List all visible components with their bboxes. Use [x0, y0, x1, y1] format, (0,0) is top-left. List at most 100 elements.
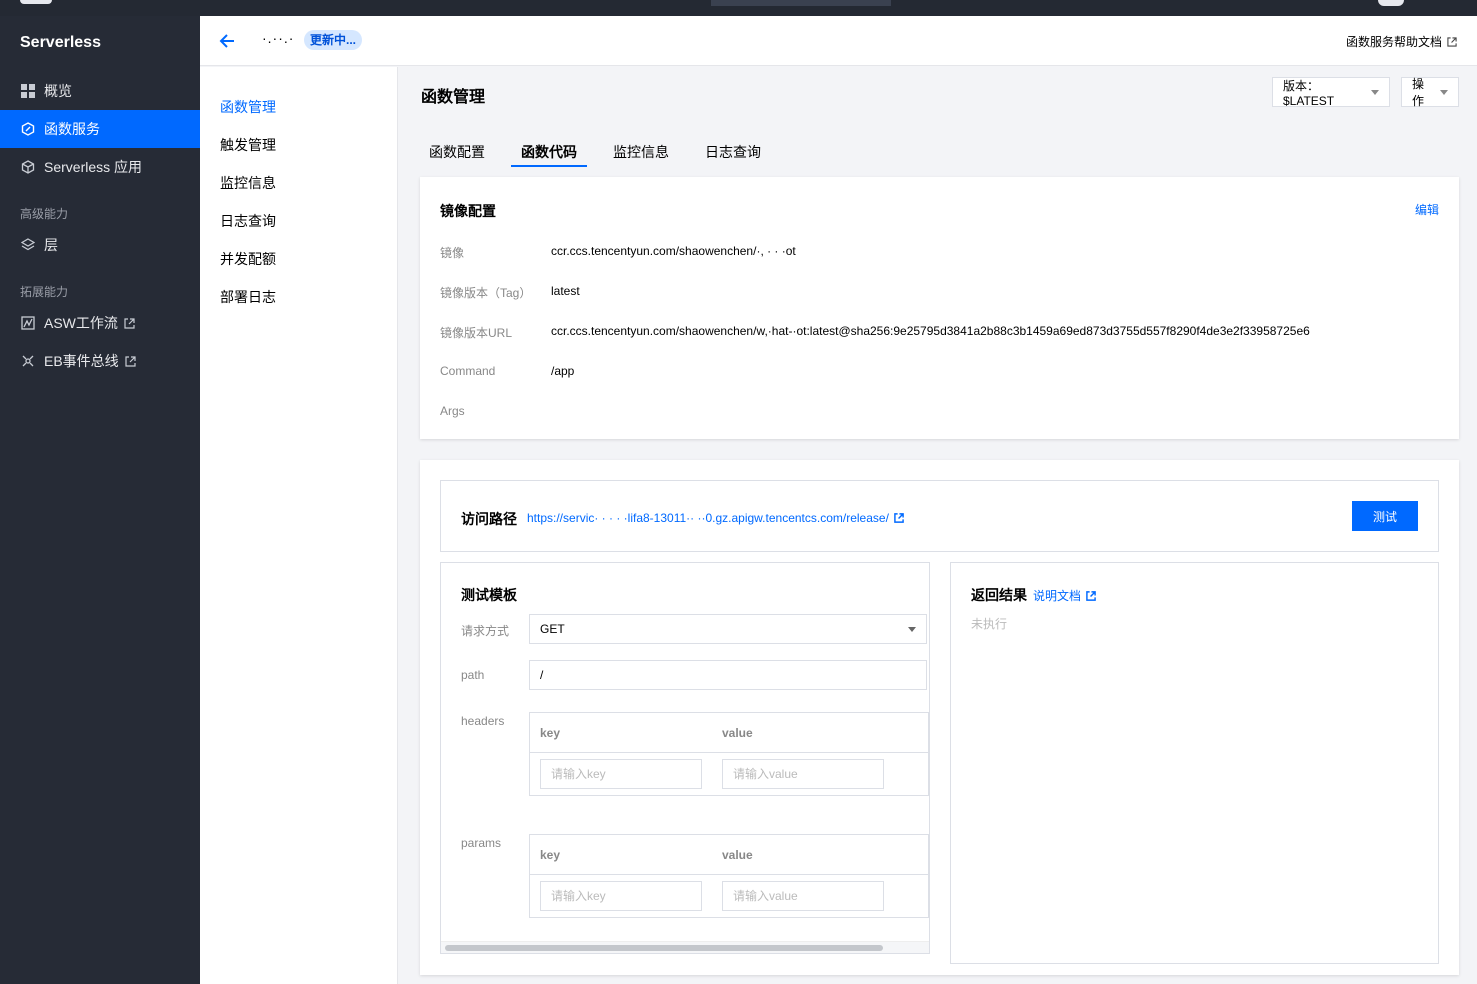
- top-tab-fragment[interactable]: [711, 0, 891, 6]
- result-panel: 返回结果 说明文档 未执行: [950, 562, 1439, 964]
- sidebar-item-label: 层: [44, 237, 58, 253]
- method-select[interactable]: GET: [529, 614, 927, 644]
- caret-down-icon: [1371, 89, 1379, 95]
- headers-label: headers: [461, 714, 505, 728]
- param-value-input[interactable]: 请输入value: [722, 881, 884, 911]
- eventbus-icon: [20, 353, 36, 369]
- sidebar-item-eb-eventbus[interactable]: EB事件总线: [0, 342, 200, 380]
- command-value: /app: [551, 364, 575, 378]
- image-value: ccr.ccs.tencentyun.com/shaowenchen/·, · …: [551, 244, 796, 258]
- path-input[interactable]: /: [529, 660, 927, 690]
- headers-table-head: key value: [530, 713, 928, 753]
- image-url-label: 镜像版本URL: [440, 326, 513, 340]
- function-icon: [20, 121, 36, 137]
- headers-table: key value 请输入key 请输入value: [529, 712, 929, 796]
- sidebar-item-label: ASW工作流: [44, 315, 118, 331]
- method-select-value: GET: [540, 622, 565, 636]
- sidebar-item-label: Serverless 应用: [44, 159, 143, 175]
- image-config-title: 镜像配置: [440, 203, 496, 219]
- tab-function-code[interactable]: 函数代码: [511, 137, 587, 167]
- horizontal-scrollbar[interactable]: [441, 941, 929, 953]
- key-header: key: [540, 848, 561, 862]
- access-path-label: 访问路径: [461, 511, 517, 527]
- subnav-item-function-mgmt[interactable]: 函数管理: [220, 97, 276, 117]
- param-key-input[interactable]: 请输入key: [540, 881, 702, 911]
- edit-link[interactable]: 编辑: [1415, 201, 1439, 218]
- version-select-label: 版本：$LATEST: [1283, 78, 1335, 108]
- image-url-value: ccr.ccs.tencentyun.com/shaowenchen/w,·ha…: [551, 324, 1310, 338]
- image-tag-value: latest: [551, 284, 580, 298]
- params-table: key value 请输入key 请输入value: [529, 834, 929, 918]
- subnav-item-trigger-mgmt[interactable]: 触发管理: [220, 135, 276, 155]
- image-tag-label: 镜像版本（Tag）: [440, 286, 532, 300]
- sidebar-item-overview[interactable]: 概览: [0, 72, 200, 110]
- caret-down-icon: [908, 627, 916, 632]
- image-label: 镜像: [440, 246, 465, 260]
- page-header: ·.··.· 更新中... 函数服务帮助文档: [200, 16, 1477, 66]
- sidebar-section-advanced: 高级能力: [20, 207, 69, 221]
- workflow-icon: [20, 315, 36, 331]
- external-link-icon: [124, 317, 135, 329]
- path-label: path: [461, 668, 485, 682]
- sidebar-item-label: 概览: [44, 83, 72, 99]
- params-label: params: [461, 836, 502, 850]
- sidebar-brand: Serverless: [20, 34, 101, 51]
- header-key-input[interactable]: 请输入key: [540, 759, 702, 789]
- top-bar: [0, 0, 1477, 16]
- scrollbar-thumb[interactable]: [445, 945, 883, 951]
- subnav-item-deploy-logs[interactable]: 部署日志: [220, 287, 276, 307]
- main-content: 函数管理 版本：$LATEST 操作 函数配置 函数代码 监控信息 日志查询 镜…: [399, 67, 1477, 984]
- sidebar-item-asw-workflow[interactable]: ASW工作流: [0, 304, 200, 342]
- sidebar-item-layers[interactable]: 层: [0, 226, 200, 264]
- sidebar-item-functions[interactable]: 函数服务: [0, 110, 200, 148]
- access-url-link[interactable]: https://servic· · · · ·lifa8-13011·· ··0…: [527, 511, 904, 525]
- help-docs-label: 函数服务帮助文档: [1345, 35, 1442, 49]
- header-value-input[interactable]: 请输入value: [722, 759, 884, 789]
- cube-icon: [20, 159, 36, 175]
- external-link-icon: [125, 355, 136, 367]
- status-badge: 更新中...: [304, 30, 363, 50]
- subnav-item-logs[interactable]: 日志查询: [220, 211, 276, 231]
- actions-select[interactable]: 操作: [1401, 77, 1459, 108]
- layers-icon: [20, 237, 36, 253]
- sidebar-section-extend: 拓展能力: [20, 285, 69, 299]
- test-template-title: 测试模板: [461, 587, 517, 603]
- subnav-item-monitoring[interactable]: 监控信息: [220, 173, 276, 193]
- api-test-card: 访问路径 https://servic· · · · ·lifa8-13011·…: [420, 460, 1459, 975]
- tab-function-config[interactable]: 函数配置: [419, 137, 495, 167]
- sidebar-item-label: 函数服务: [44, 121, 100, 137]
- sidebar: Serverless 概览 函数服务 Serverless 应用 高级能力 层 …: [0, 16, 200, 984]
- result-title: 返回结果: [971, 587, 1027, 603]
- params-table-head: key value: [530, 835, 928, 875]
- args-label: Args: [440, 404, 465, 418]
- tab-monitoring[interactable]: 监控信息: [603, 137, 679, 167]
- test-template-panel: 测试模板 请求方式 GET path / headers key value 请…: [440, 562, 930, 954]
- result-doc-link[interactable]: 说明文档: [1033, 587, 1096, 604]
- sidebar-item-label: EB事件总线: [44, 353, 119, 369]
- subnav-item-concurrency[interactable]: 并发配额: [220, 249, 276, 269]
- actions-select-label: 操作: [1412, 77, 1425, 108]
- sidebar-item-serverless-app[interactable]: Serverless 应用: [0, 148, 200, 186]
- logo-fragment: [20, 0, 52, 4]
- function-subnav: 函数管理 触发管理 监控信息 日志查询 并发配额 部署日志: [200, 67, 398, 984]
- avatar[interactable]: [1378, 0, 1404, 6]
- access-path-box: 访问路径 https://servic· · · · ·lifa8-13011·…: [440, 480, 1439, 552]
- external-link-icon: [1086, 590, 1096, 601]
- external-link-icon: [1447, 36, 1457, 47]
- command-label: Command: [440, 364, 496, 378]
- caret-down-icon: [1440, 89, 1448, 95]
- value-header: value: [722, 726, 753, 740]
- method-label: 请求方式: [461, 624, 510, 638]
- result-empty-text: 未执行: [971, 617, 1008, 631]
- function-tabs: 函数配置 函数代码 监控信息 日志查询: [419, 137, 787, 167]
- version-select[interactable]: 版本：$LATEST: [1272, 77, 1390, 108]
- access-url-text: https://servic· · · · ·lifa8-13011·· ··0…: [527, 511, 889, 525]
- tab-logs[interactable]: 日志查询: [695, 137, 771, 167]
- external-link-icon: [894, 513, 904, 523]
- test-button[interactable]: 测试: [1352, 501, 1418, 531]
- key-header: key: [540, 726, 561, 740]
- help-docs-link[interactable]: 函数服务帮助文档: [1346, 33, 1457, 50]
- back-arrow-icon[interactable]: [218, 31, 238, 51]
- value-header: value: [722, 848, 753, 862]
- result-doc-label: 说明文档: [1033, 589, 1082, 603]
